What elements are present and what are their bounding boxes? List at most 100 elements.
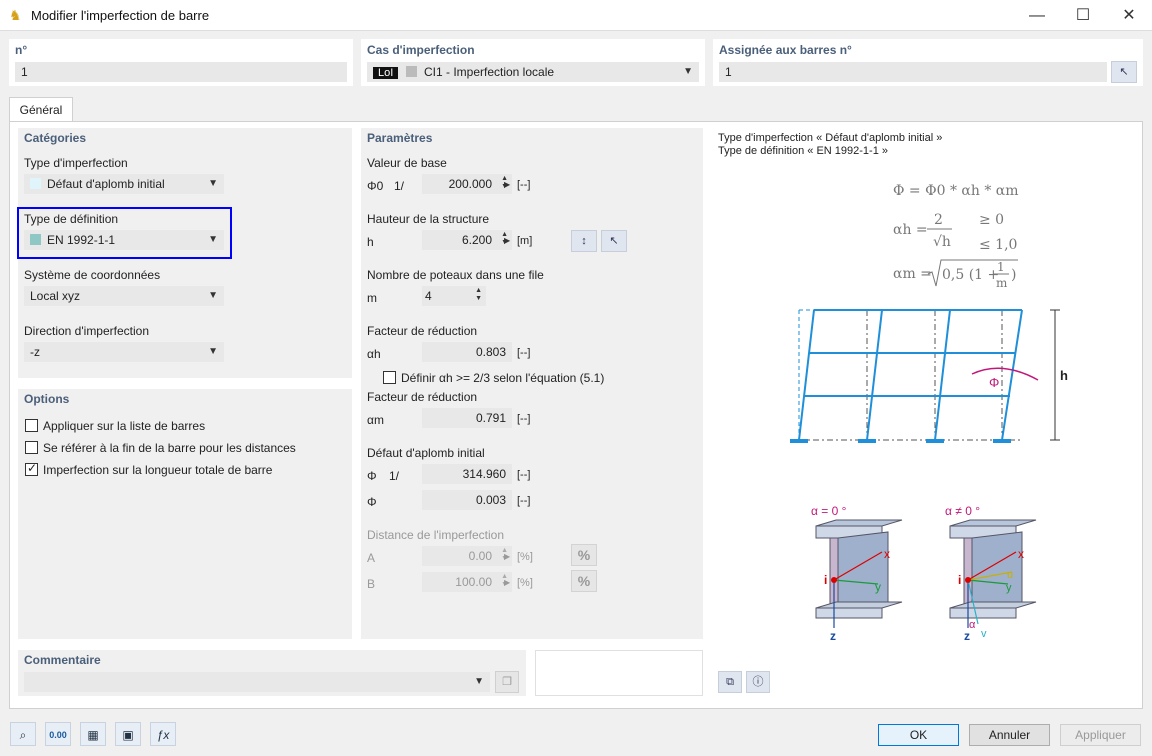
beam-left-x: x [884, 547, 890, 561]
pick-members-button[interactable]: ↖ [601, 230, 627, 252]
coord-system-select[interactable]: Local xyz ▼ [24, 286, 224, 306]
units-button[interactable]: 0.00 [45, 722, 71, 746]
minimize-button[interactable]: — [1014, 0, 1060, 31]
categories-title: Catégories [24, 131, 87, 145]
formula-ah-left: αh = [893, 222, 928, 238]
b-percent-button[interactable]: % [571, 570, 597, 592]
decimal-icon: 0.00 [49, 730, 67, 740]
definition-type-select[interactable]: EN 1992-1-1 ▼ [24, 230, 224, 250]
tab-general[interactable]: Général [9, 97, 73, 122]
b-input[interactable]: 100.00 ▲ ▼ [422, 572, 512, 592]
apply-list-label: Appliquer sur la liste de barres [43, 419, 206, 433]
define-ah-label: Définir αh >= 2/3 selon l'équation (5.1) [401, 371, 605, 385]
assigned-field[interactable]: 1 [719, 62, 1107, 82]
spinner-icon[interactable]: ▲ ▼ [475, 287, 482, 303]
formula-am-den: m [996, 276, 1008, 290]
formula-am-close: ) [1011, 267, 1016, 283]
phi2-symbol: Φ [367, 495, 377, 509]
number-field[interactable]: 1 [15, 62, 347, 82]
am-field: 0.791 [422, 408, 512, 428]
a-input[interactable]: 0.00 ▲ ▼ [422, 546, 512, 566]
apply-list-checkbox[interactable] [25, 419, 38, 432]
height-value: 6.200 [461, 233, 492, 247]
parameters-title: Paramètres [367, 131, 433, 145]
formula-button[interactable]: ƒx [150, 722, 176, 746]
reduction1-label: Facteur de réduction [367, 324, 478, 338]
arrow-right-icon[interactable]: ▶ [504, 236, 510, 245]
coord-system-label: Système de coordonnées [24, 268, 161, 282]
comment-select[interactable]: ▼ [24, 672, 490, 692]
formula-ah-num: 2 [934, 212, 943, 228]
ok-button[interactable]: OK [878, 724, 959, 746]
ah-field: 0.803 [422, 342, 512, 362]
phi0-symbol: Φ0 [367, 179, 384, 193]
posts-input[interactable]: 4 ▲ ▼ [422, 286, 486, 306]
definition-type-label: Type de définition [24, 212, 119, 226]
direction-value: -z [30, 345, 40, 359]
imperfection-type-select[interactable]: Défaut d'aplomb initial ▼ [24, 174, 224, 194]
comment-copy-button[interactable]: ❐ [495, 671, 519, 693]
formula-am-left: αm = [893, 266, 932, 282]
apply-button[interactable]: Appliquer [1060, 724, 1141, 746]
case-tag: LoI [373, 67, 399, 79]
direction-label: Direction d'imperfection [24, 324, 150, 338]
beam-right-i: i [958, 573, 961, 587]
assigned-label: Assignée aux barres n° [719, 43, 852, 57]
a-value: 0.00 [468, 549, 492, 563]
total-length-checkbox[interactable] [25, 461, 38, 476]
pick-cursor-icon: ↖ [609, 235, 619, 247]
formula-ah-den: √h [933, 234, 951, 250]
beam-left-z: z [830, 629, 836, 643]
arrow-right-icon[interactable]: ▶ [504, 180, 510, 189]
diagram-view-button[interactable]: ⧉ [718, 671, 742, 693]
search-button[interactable]: ⌕ [10, 722, 36, 746]
refer-end-checkbox[interactable] [25, 441, 38, 454]
phi2-field: 0.003 [422, 490, 512, 510]
beam-right-z: z [964, 629, 970, 643]
percent-icon: % [577, 573, 591, 589]
phi0-prefix: 1/ [394, 179, 405, 193]
alpha-nonzero-label: α ≠ 0 ° [945, 504, 980, 518]
comment-label: Commentaire [24, 653, 101, 667]
case-color-swatch [405, 66, 417, 77]
select-members-button[interactable]: ↖ [1111, 61, 1137, 83]
formula-phi: Φ = Φ0 * αh * αm [893, 183, 1019, 199]
arrow-right-icon: ▶ [504, 552, 511, 561]
table-button[interactable]: ▦ [80, 722, 106, 746]
display-icon: ▣ [122, 728, 134, 742]
formula-ah-cond2: ≤ 1,0 [979, 237, 1017, 253]
b-unit: [%] [517, 577, 533, 589]
parameters-panel: Paramètres Valeur de base Φ0 1/ 200.000 ▲… [361, 128, 703, 639]
number-panel: n° 1 [9, 39, 353, 86]
pick-height-button[interactable]: ↕ [571, 230, 597, 252]
a-percent-button[interactable]: % [571, 544, 597, 566]
case-select[interactable]: LoI CI1 - Imperfection locale ▼ [367, 62, 699, 82]
phi0-value: 200.000 [448, 177, 492, 191]
display-button[interactable]: ▣ [115, 722, 141, 746]
height-input[interactable]: 6.200 ▲ ▼ [422, 230, 512, 250]
phi0-input[interactable]: 200.000 ▲ ▼ [422, 174, 512, 194]
height-dim-label: h [1060, 368, 1068, 383]
view-icon: ⧉ [726, 676, 734, 688]
assigned-panel: Assignée aux barres n° 1 ↖ [713, 39, 1143, 86]
chevron-down-icon: ▼ [208, 234, 218, 245]
maximize-button[interactable]: ☐ [1060, 0, 1106, 31]
categories-panel: Catégories Type d'imperfection Défaut d'… [17, 128, 352, 378]
arrow-right-icon: ▶ [504, 578, 511, 587]
beam-right-u: u [1007, 569, 1013, 581]
percent-icon: % [577, 547, 591, 563]
close-button[interactable]: ✕ [1106, 0, 1152, 31]
diagram-info-button[interactable]: ⓘ [746, 671, 770, 693]
phi-unit: [--] [517, 469, 531, 481]
direction-select[interactable]: -z ▼ [24, 342, 224, 362]
cancel-button[interactable]: Annuler [969, 724, 1050, 746]
define-ah-checkbox[interactable] [383, 371, 396, 384]
options-panel: Options Appliquer sur la liste de barres… [18, 389, 352, 639]
comment-side-panel [535, 650, 703, 696]
am-unit: [--] [517, 413, 531, 425]
h-symbol: h [367, 235, 374, 249]
case-panel: Cas d'imperfection LoI CI1 - Imperfectio… [361, 39, 705, 86]
chevron-down-icon: ▼ [208, 178, 218, 189]
beam-left-y: y [875, 580, 881, 594]
formula-ah-cond1: ≥ 0 [979, 212, 1004, 228]
